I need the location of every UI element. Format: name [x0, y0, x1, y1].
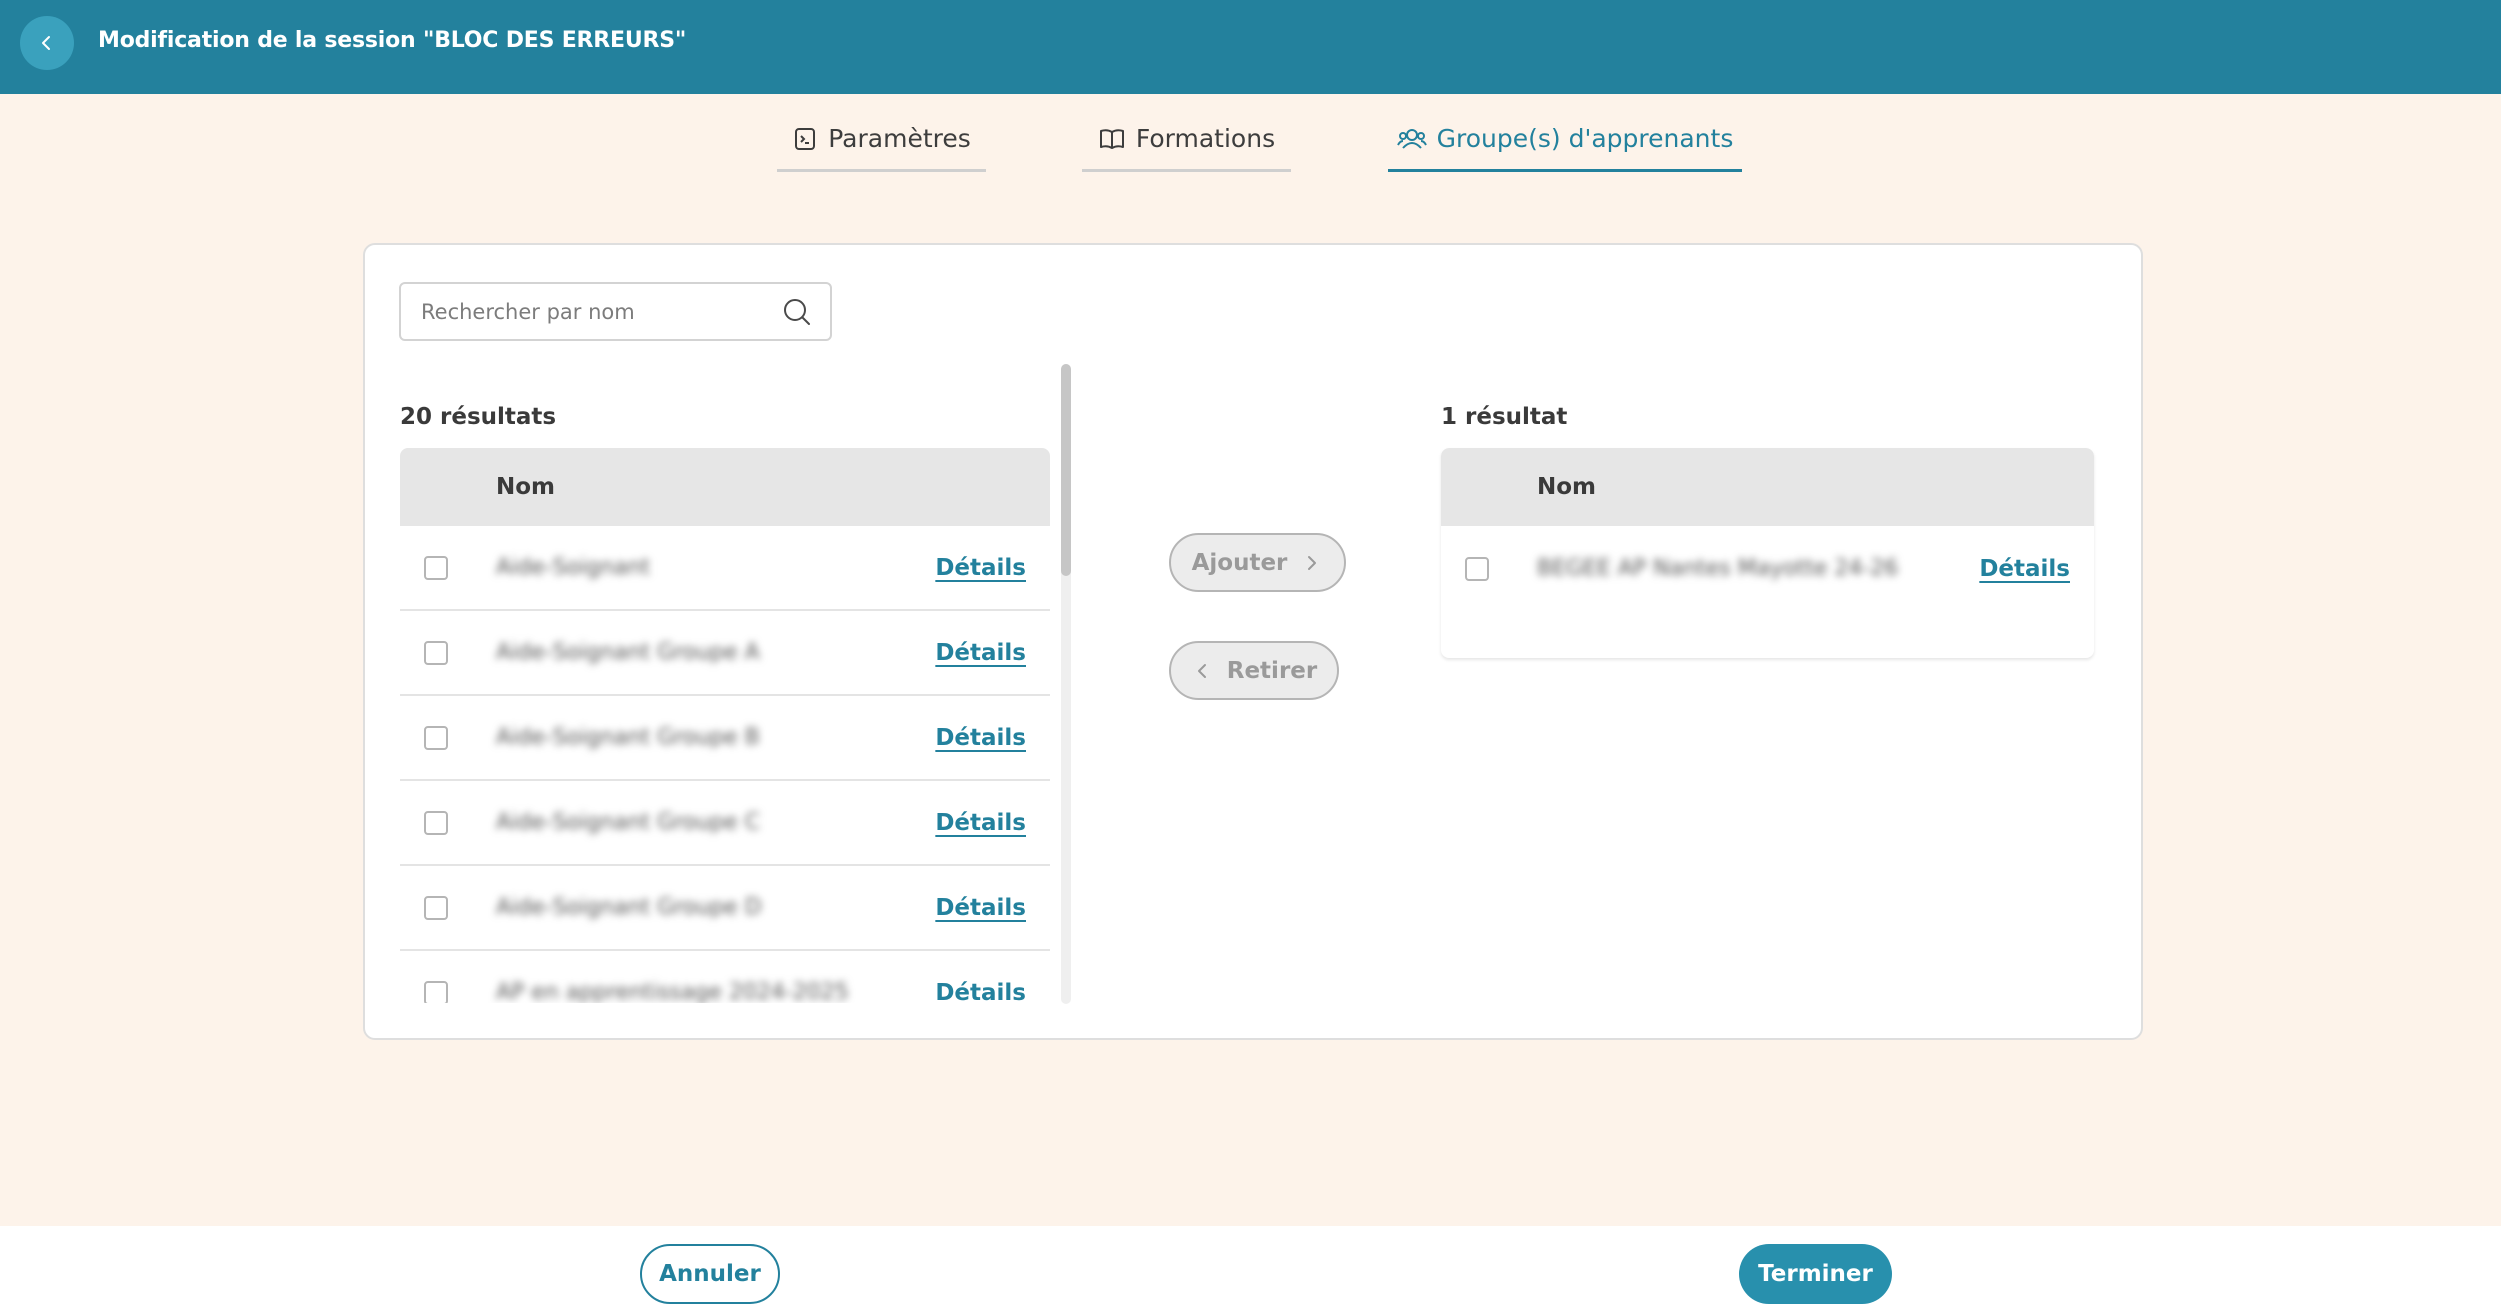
- add-button[interactable]: Ajouter: [1169, 533, 1346, 592]
- row-checkbox[interactable]: [1465, 556, 1489, 581]
- table-header: Nom: [1441, 448, 2094, 526]
- tab-label: Paramètres: [828, 124, 971, 153]
- details-link[interactable]: Détails: [1979, 556, 2070, 582]
- remove-button-label: Retirer: [1226, 657, 1318, 684]
- search-icon[interactable]: [782, 297, 812, 327]
- search-input[interactable]: [421, 299, 782, 324]
- finish-button[interactable]: Terminer: [1739, 1244, 1892, 1304]
- chevron-left-icon: [1197, 663, 1206, 678]
- selected-groups-table: Nom BEGEE AP Nantes Mayotte 24-26 Détail…: [1441, 448, 2094, 658]
- chevron-right-icon: [1308, 555, 1317, 570]
- add-button-label: Ajouter: [1191, 549, 1288, 576]
- column-name-header: Nom: [496, 474, 556, 500]
- back-button[interactable]: [20, 16, 74, 70]
- details-link[interactable]: Détails: [935, 980, 1026, 1004]
- table-row: BEGEE AP Nantes Mayotte 24-26 Détails: [1441, 526, 2094, 611]
- row-checkbox[interactable]: [424, 640, 448, 665]
- table-header: Nom: [400, 448, 1050, 526]
- scrollbar-thumb[interactable]: [1061, 364, 1071, 576]
- group-name: Aide-Soignant Groupe D: [496, 895, 762, 920]
- details-link[interactable]: Détails: [935, 895, 1026, 921]
- search-box[interactable]: [399, 282, 832, 341]
- right-result-count: 1 résultat: [1441, 404, 1568, 430]
- table-row: AP en apprentissage 2024-2025 Détails: [400, 951, 1050, 1003]
- table-row: Aide-Soignant Détails: [400, 526, 1050, 611]
- tab-label: Groupe(s) d'apprenants: [1436, 124, 1734, 153]
- details-link[interactable]: Détails: [935, 555, 1026, 581]
- row-checkbox[interactable]: [424, 810, 448, 835]
- group-name: Aide-Soignant: [496, 555, 651, 580]
- available-groups-table: Nom Aide-Soignant Détails Aide-Soignant …: [400, 448, 1050, 1003]
- group-name: BEGEE AP Nantes Mayotte 24-26: [1537, 556, 1899, 581]
- group-name: Aide-Soignant Groupe B: [496, 725, 760, 750]
- row-checkbox[interactable]: [424, 980, 448, 1003]
- cancel-button[interactable]: Annuler: [640, 1244, 780, 1304]
- remove-button[interactable]: Retirer: [1169, 641, 1339, 700]
- group-name: Aide-Soignant Groupe C: [496, 810, 760, 835]
- row-checkbox[interactable]: [424, 895, 448, 920]
- table-row: Aide-Soignant Groupe C Détails: [400, 781, 1050, 866]
- details-link[interactable]: Détails: [935, 810, 1026, 836]
- tab-formations[interactable]: Formations: [1082, 108, 1291, 172]
- top-bar: Modification de la session "BLOC DES ERR…: [0, 0, 2501, 94]
- tab-groupes-apprenants[interactable]: Groupe(s) d'apprenants: [1388, 108, 1742, 172]
- book-icon: [1098, 126, 1126, 152]
- settings-doc-icon: [792, 126, 818, 152]
- details-link[interactable]: Détails: [935, 725, 1026, 751]
- users-icon: [1396, 126, 1427, 152]
- chevron-left-icon: [42, 36, 50, 50]
- tab-parametres[interactable]: Paramètres: [777, 108, 986, 172]
- table-row: Aide-Soignant Groupe B Détails: [400, 696, 1050, 781]
- tab-label: Formations: [1135, 124, 1276, 153]
- column-name-header: Nom: [1537, 474, 1597, 500]
- group-name: AP en apprentissage 2024-2025: [496, 980, 849, 1003]
- details-link[interactable]: Détails: [935, 640, 1026, 666]
- footer-bar: [0, 1226, 2501, 1314]
- group-name: Aide-Soignant Groupe A: [496, 640, 760, 665]
- left-result-count: 20 résultats: [400, 404, 557, 430]
- table-row: Aide-Soignant Groupe A Détails: [400, 611, 1050, 696]
- list-scrollbar[interactable]: [1061, 364, 1071, 1004]
- table-row: Aide-Soignant Groupe D Détails: [400, 866, 1050, 951]
- page-title: Modification de la session "BLOC DES ERR…: [98, 28, 687, 53]
- row-checkbox[interactable]: [424, 725, 448, 750]
- row-checkbox[interactable]: [424, 555, 448, 580]
